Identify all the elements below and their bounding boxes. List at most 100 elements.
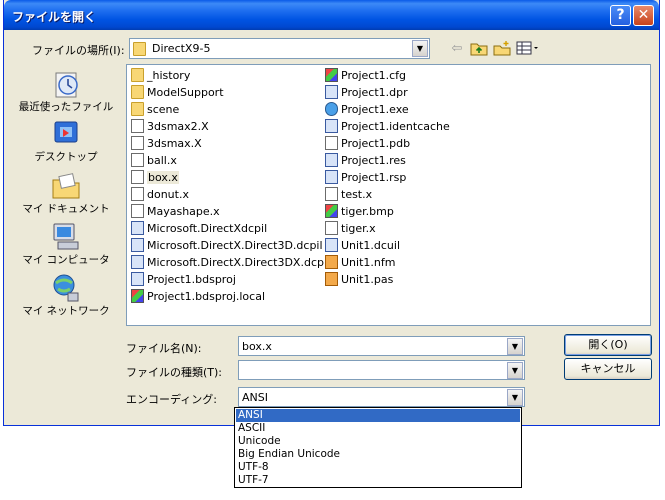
place-my-network[interactable]: マイ ネットワーク <box>16 273 116 318</box>
list-item[interactable]: Unit1.nfm <box>325 255 395 271</box>
list-item[interactable]: test.x <box>325 187 372 203</box>
file-name: tiger.bmp <box>341 205 394 218</box>
list-item[interactable]: Project1.pdb <box>325 136 410 152</box>
folder-icon <box>131 68 144 82</box>
file-name: Project1.bdsproj.local <box>147 290 266 303</box>
encoding-value: ANSI <box>242 391 268 404</box>
encoding-option[interactable]: ANSI <box>236 409 520 422</box>
file-name: 3dsmax.X <box>147 137 202 150</box>
encoding-option[interactable]: Unicode <box>236 435 520 448</box>
window-title: ファイルを開く <box>12 10 97 24</box>
open-file-dialog: ファイルを開く ? ✕ ファイルの場所(I): DirectX9-5 ▼ ⇦ 最… <box>3 0 660 426</box>
list-item[interactable]: box.x <box>131 170 179 186</box>
file-name: Project1.rsp <box>341 171 407 184</box>
list-item[interactable]: scene <box>131 102 179 118</box>
list-item[interactable]: ball.x <box>131 153 177 169</box>
my-computer-icon <box>53 223 79 250</box>
list-item[interactable]: Unit1.pas <box>325 272 393 288</box>
list-item[interactable]: Project1.bdsproj <box>131 272 236 288</box>
list-item[interactable]: Project1.rsp <box>325 170 406 186</box>
list-item[interactable]: Microsoft.DirectXdcpil <box>131 221 267 237</box>
list-item[interactable]: Project1.res <box>325 153 406 169</box>
list-item[interactable]: tiger.x <box>325 221 376 237</box>
file-icon <box>325 187 338 201</box>
encoding-dropdown-list[interactable]: ANSI ASCII Unicode Big Endian Unicode UTF-8 U… <box>234 407 522 488</box>
chevron-down-icon[interactable]: ▼ <box>507 389 523 406</box>
back-arrow-icon[interactable]: ⇦ <box>447 40 467 58</box>
file-icon <box>325 68 338 82</box>
list-item[interactable]: Project1.dpr <box>325 85 408 101</box>
file-icon <box>325 85 338 99</box>
file-icon <box>131 119 144 133</box>
new-folder-icon[interactable] <box>492 40 512 58</box>
list-item[interactable]: Microsoft.DirectX.Direct3D.dcpil <box>131 238 323 254</box>
list-item[interactable]: 3dsmax2.X <box>131 119 209 135</box>
place-my-computer[interactable]: マイ コンピュータ <box>16 222 116 267</box>
chevron-down-icon[interactable]: ▼ <box>507 362 523 379</box>
list-item[interactable]: Microsoft.DirectX.Direct3DX.dcpil <box>131 255 330 271</box>
chevron-down-icon[interactable]: ▼ <box>412 40 428 57</box>
file-name: Unit1.pas <box>341 273 394 286</box>
filetype-select[interactable]: ▼ <box>238 360 525 380</box>
filename-input[interactable]: box.x ▼ <box>238 336 525 356</box>
file-icon <box>131 255 144 269</box>
filename-value: box.x <box>242 340 272 353</box>
up-folder-icon[interactable] <box>469 40 489 58</box>
file-name: Project1.cfg <box>341 69 407 82</box>
list-item[interactable]: Mayashape.x <box>131 204 220 220</box>
file-name: ModelSupport <box>147 86 224 99</box>
file-list[interactable]: _history ModelSupport scene 3dsmax2.X 3dsmax… <box>126 64 651 326</box>
encoding-option[interactable]: UTF-8 <box>236 461 520 474</box>
list-item[interactable]: 3dsmax.X <box>131 136 202 152</box>
file-name: Microsoft.DirectX.Direct3D.dcpil <box>147 239 323 252</box>
help-button[interactable]: ? <box>610 5 631 26</box>
lookin-combo[interactable]: DirectX9-5 ▼ <box>129 38 430 59</box>
list-item[interactable]: tiger.bmp <box>325 204 394 220</box>
file-icon <box>325 255 338 269</box>
list-item[interactable]: Unit1.dcuil <box>325 238 400 254</box>
cancel-button[interactable]: キャンセル <box>564 358 652 380</box>
file-name: Project1.exe <box>341 103 409 116</box>
list-item[interactable]: ModelSupport <box>131 85 224 101</box>
file-name: Microsoft.DirectX.Direct3DX.dcpil <box>147 256 331 269</box>
place-desktop[interactable]: デスクトップ <box>16 119 116 164</box>
file-name: box.x <box>147 171 179 184</box>
file-name: _history <box>147 69 191 82</box>
encoding-option[interactable]: ASCII <box>236 422 520 435</box>
list-item[interactable]: Project1.bdsproj.local <box>131 289 265 305</box>
recent-files-icon <box>55 72 78 98</box>
list-item[interactable]: Project1.identcache <box>325 119 450 135</box>
place-my-documents[interactable]: マイ ドキュメント <box>16 171 116 216</box>
desktop-icon <box>54 121 78 143</box>
encoding-option[interactable]: Big Endian Unicode <box>236 448 520 461</box>
file-name: Project1.res <box>341 154 406 167</box>
list-item[interactable]: Project1.exe <box>325 102 409 118</box>
chevron-down-icon[interactable]: ▼ <box>507 338 523 355</box>
file-name: Project1.bdsproj <box>147 273 236 286</box>
file-name: Microsoft.DirectXdcpil <box>147 222 268 235</box>
file-icon <box>325 204 338 218</box>
file-icon <box>325 221 338 235</box>
file-name: scene <box>147 103 180 116</box>
file-icon <box>325 119 338 133</box>
lookin-value: DirectX9-5 <box>152 42 211 55</box>
close-button[interactable]: ✕ <box>633 5 654 26</box>
file-icon <box>131 204 144 218</box>
encoding-option[interactable]: UTF-7 <box>236 474 520 487</box>
file-icon <box>131 136 144 150</box>
file-name: Mayashape.x <box>147 205 220 218</box>
filename-label: ファイル名(N): <box>126 342 202 355</box>
file-icon <box>131 221 144 235</box>
list-item[interactable]: Project1.cfg <box>325 68 406 84</box>
place-recent[interactable]: 最近使ったファイル <box>16 69 116 114</box>
filetype-label: ファイルの種類(T): <box>126 366 223 379</box>
file-icon <box>131 272 144 286</box>
encoding-select[interactable]: ANSI ▼ <box>238 387 525 407</box>
file-name: tiger.x <box>341 222 376 235</box>
file-name: Unit1.dcuil <box>341 239 401 252</box>
title-bar[interactable]: ファイルを開く ? ✕ <box>4 0 659 30</box>
views-menu-icon[interactable] <box>516 40 540 58</box>
list-item[interactable]: donut.x <box>131 187 189 203</box>
list-item[interactable]: _history <box>131 68 190 84</box>
open-button[interactable]: 開く(O) <box>564 334 652 356</box>
